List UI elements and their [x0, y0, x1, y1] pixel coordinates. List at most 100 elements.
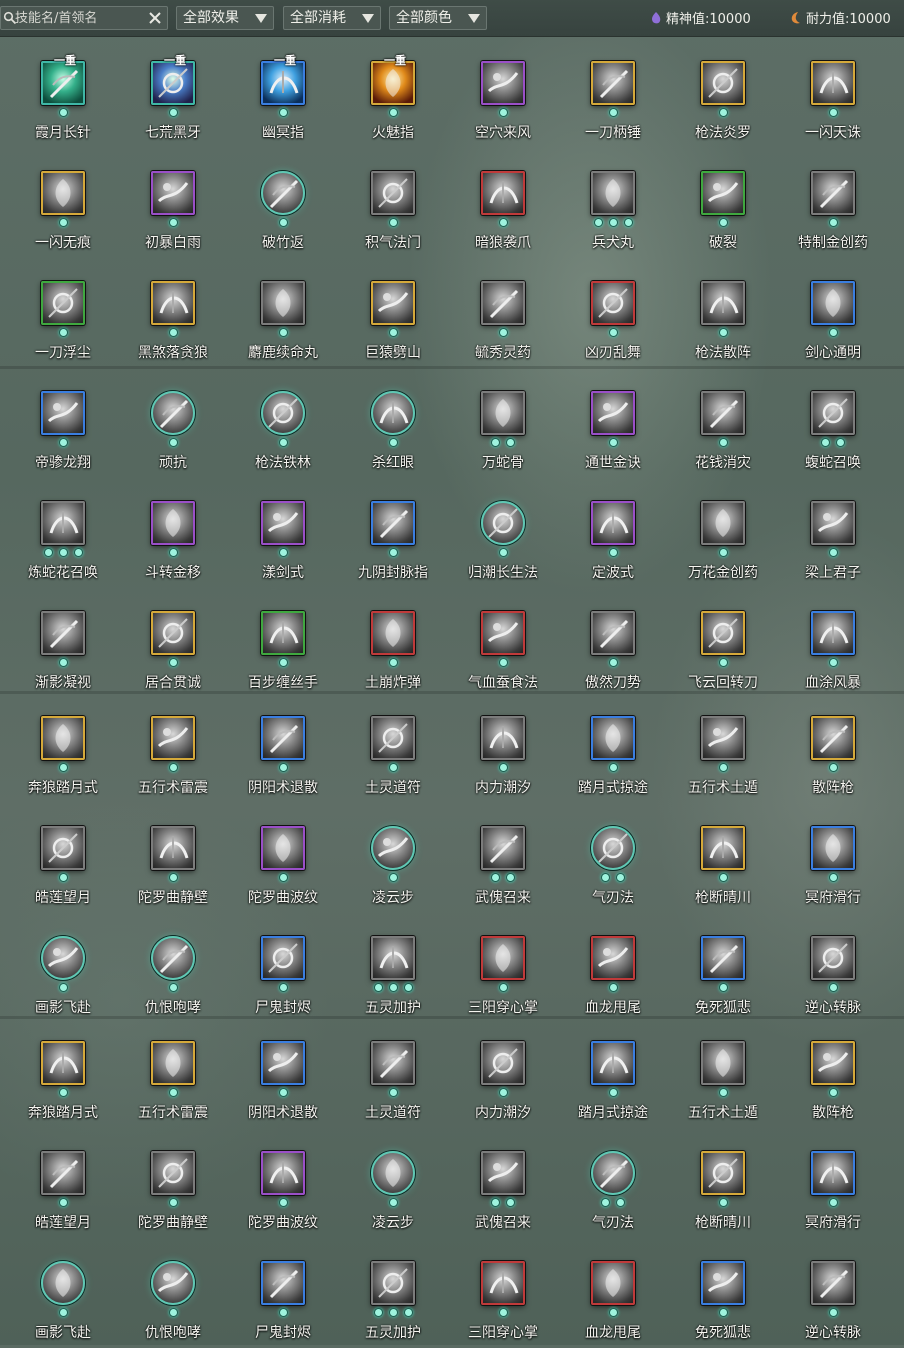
skill-card[interactable]: 一重 霞月长针	[8, 38, 118, 148]
skill-icon[interactable]: 一重	[371, 54, 415, 105]
skill-card[interactable]: 陀罗曲静壁	[118, 803, 228, 913]
skill-icon[interactable]	[701, 1041, 745, 1085]
skill-icon[interactable]	[811, 826, 855, 870]
skill-icon[interactable]	[481, 281, 525, 325]
skill-card[interactable]: 血龙甩尾	[558, 1238, 668, 1348]
skill-icon[interactable]	[591, 171, 635, 215]
skill-icon[interactable]	[41, 1041, 85, 1085]
skill-card[interactable]: 凶刃乱舞	[558, 258, 668, 368]
skill-icon[interactable]	[591, 826, 635, 870]
skill-card[interactable]: 飞云回转刀	[668, 588, 778, 698]
skill-card[interactable]: 枪法铁林	[228, 368, 338, 478]
skill-card[interactable]: 破竹返	[228, 148, 338, 258]
skill-card[interactable]: 归潮长生法	[448, 478, 558, 588]
skill-card[interactable]: 特制金创药	[778, 148, 888, 258]
skill-card[interactable]: 黑煞落贪狼	[118, 258, 228, 368]
skill-card[interactable]: 万花金创药	[668, 478, 778, 588]
skill-icon[interactable]	[811, 1041, 855, 1085]
skill-card[interactable]: 武傀召来	[448, 803, 558, 913]
skill-card[interactable]: 五灵加护	[338, 1238, 448, 1348]
skill-icon[interactable]	[701, 826, 745, 870]
skill-icon[interactable]	[811, 61, 855, 105]
skill-card[interactable]: 剑心通明	[778, 258, 888, 368]
skill-card[interactable]: 内力潮汐	[448, 1018, 558, 1128]
skill-icon[interactable]	[811, 281, 855, 325]
skill-icon[interactable]	[811, 171, 855, 215]
skill-icon[interactable]	[591, 936, 635, 980]
skill-icon[interactable]	[261, 501, 305, 545]
skill-card[interactable]: 通世金诀	[558, 368, 668, 478]
skill-icon[interactable]	[701, 611, 745, 655]
skill-card[interactable]: 五行术土遁	[668, 1018, 778, 1128]
skill-icon[interactable]	[261, 171, 305, 215]
skill-card[interactable]: 五行术雷震	[118, 1018, 228, 1128]
skill-icon[interactable]	[41, 826, 85, 870]
skill-icon[interactable]	[41, 1261, 85, 1305]
skill-card[interactable]: 枪断晴川	[668, 803, 778, 913]
skill-icon[interactable]	[481, 1041, 525, 1085]
skill-icon[interactable]	[371, 826, 415, 870]
skill-icon[interactable]	[591, 61, 635, 105]
skill-card[interactable]: 麝鹿续命丸	[228, 258, 338, 368]
skill-card[interactable]: 土崩炸弹	[338, 588, 448, 698]
skill-card[interactable]: 积气法门	[338, 148, 448, 258]
skill-icon[interactable]	[371, 281, 415, 325]
skill-card[interactable]: 血龙甩尾	[558, 913, 668, 1023]
skill-card[interactable]: 气刃法	[558, 803, 668, 913]
skill-card[interactable]: 凌云步	[338, 1128, 448, 1238]
skill-card[interactable]: 杀红眼	[338, 368, 448, 478]
skill-card[interactable]: 漾剑式	[228, 478, 338, 588]
skill-card[interactable]: 万蛇骨	[448, 368, 558, 478]
skill-icon[interactable]	[371, 171, 415, 215]
skill-card[interactable]: 陀罗曲波纹	[228, 1128, 338, 1238]
skill-icon[interactable]	[151, 1261, 195, 1305]
skill-icon[interactable]	[371, 391, 415, 435]
skill-card[interactable]: 一重 幽冥指	[228, 38, 338, 148]
skill-icon[interactable]	[371, 1151, 415, 1195]
skill-icon[interactable]	[151, 391, 195, 435]
skill-card[interactable]: 一闪天诛	[778, 38, 888, 148]
skill-icon[interactable]	[151, 936, 195, 980]
skill-card[interactable]: 土灵道符	[338, 693, 448, 803]
skill-icon[interactable]	[371, 1041, 415, 1085]
skill-icon[interactable]	[41, 936, 85, 980]
skill-icon[interactable]	[371, 501, 415, 545]
skill-card[interactable]: 枪法散阵	[668, 258, 778, 368]
skill-card[interactable]: 枪断晴川	[668, 1128, 778, 1238]
skill-icon[interactable]	[41, 1151, 85, 1195]
skill-card[interactable]: 逆心转脉	[778, 913, 888, 1023]
skill-icon[interactable]	[481, 391, 525, 435]
skill-icon[interactable]	[151, 826, 195, 870]
skill-icon[interactable]	[371, 936, 415, 980]
skill-card[interactable]: 毓秀灵药	[448, 258, 558, 368]
skill-card[interactable]: 一重 七荒黑牙	[118, 38, 228, 148]
skill-card[interactable]: 踏月式掠途	[558, 1018, 668, 1128]
skill-card[interactable]: 居合贯诚	[118, 588, 228, 698]
skill-card[interactable]: 仇恨咆哮	[118, 913, 228, 1023]
skill-icon[interactable]	[701, 1261, 745, 1305]
skill-icon[interactable]	[371, 1261, 415, 1305]
skill-icon[interactable]	[261, 611, 305, 655]
skill-card[interactable]: 陀罗曲静壁	[118, 1128, 228, 1238]
skill-card[interactable]: 顽抗	[118, 368, 228, 478]
skill-icon[interactable]	[41, 281, 85, 325]
skill-icon[interactable]	[151, 171, 195, 215]
skill-icon[interactable]	[41, 501, 85, 545]
skill-icon[interactable]	[701, 61, 745, 105]
skill-icon[interactable]	[261, 826, 305, 870]
skill-icon[interactable]	[701, 936, 745, 980]
skill-card[interactable]: 渐影凝视	[8, 588, 118, 698]
skill-card[interactable]: 五行术雷震	[118, 693, 228, 803]
skill-card[interactable]: 免死狐悲	[668, 913, 778, 1023]
skill-card[interactable]: 九阴封脉指	[338, 478, 448, 588]
skill-icon[interactable]	[151, 501, 195, 545]
skill-icon[interactable]	[481, 61, 525, 105]
skill-icon[interactable]	[701, 501, 745, 545]
skill-card[interactable]: 枪法炎罗	[668, 38, 778, 148]
skill-icon[interactable]: 一重	[41, 54, 85, 105]
skill-card[interactable]: 内力潮汐	[448, 693, 558, 803]
skill-card[interactable]: 皓莲望月	[8, 803, 118, 913]
skill-card[interactable]: 血涂风暴	[778, 588, 888, 698]
skill-icon[interactable]	[151, 1041, 195, 1085]
skill-card[interactable]: 梁上君子	[778, 478, 888, 588]
